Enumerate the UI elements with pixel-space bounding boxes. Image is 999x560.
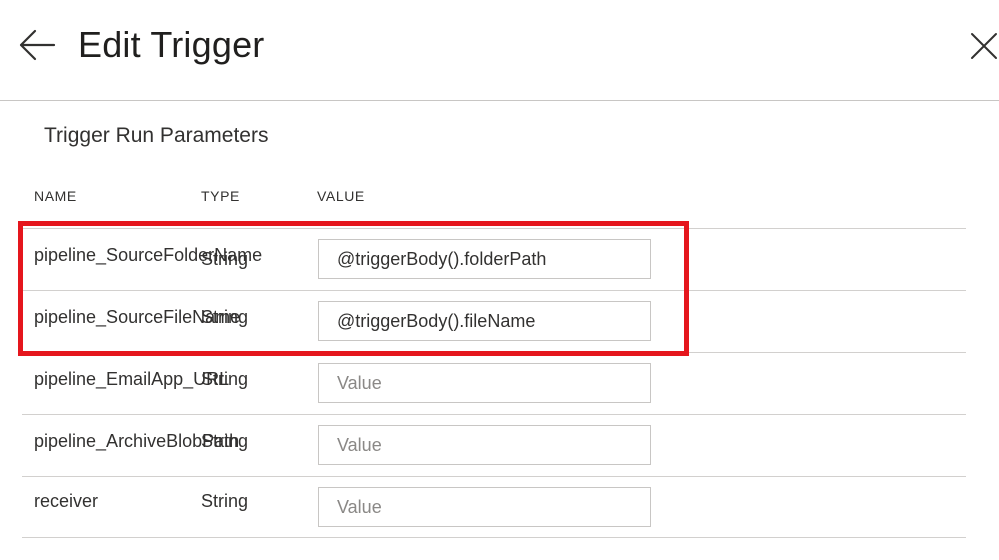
section-title: Trigger Run Parameters: [44, 124, 269, 147]
arrow-left-icon: [19, 29, 56, 61]
parameter-type: String: [201, 249, 249, 269]
parameter-type: String: [201, 491, 249, 511]
parameter-value-input[interactable]: [318, 425, 651, 465]
column-header-name: NAME: [34, 188, 77, 204]
panel-header: Edit Trigger: [0, 0, 999, 101]
back-button[interactable]: [18, 28, 56, 62]
table-row: pipeline_EmailApp_URL String: [22, 352, 966, 414]
parameter-name: pipeline_EmailApp_URL: [34, 369, 230, 389]
parameter-type: String: [201, 431, 249, 451]
parameter-value-input[interactable]: [318, 239, 651, 279]
table-row: pipeline_ArchiveBlobPath String: [22, 414, 966, 476]
parameter-value-input[interactable]: [318, 301, 651, 341]
column-header-value: VALUE: [317, 188, 365, 204]
parameter-type: String: [201, 369, 249, 389]
parameter-type: String: [201, 307, 249, 327]
parameter-value-input[interactable]: [318, 363, 651, 403]
parameter-value-input[interactable]: [318, 487, 651, 527]
close-icon: [971, 33, 997, 59]
page-title: Edit Trigger: [78, 24, 265, 65]
close-button[interactable]: [970, 32, 998, 60]
table-row: pipeline_SourceFileName String: [22, 290, 966, 352]
table-row: receiver String: [22, 476, 966, 538]
table-row: pipeline_SourceFolderName String: [22, 228, 966, 290]
column-header-type: TYPE: [201, 188, 240, 204]
parameter-name: receiver: [34, 491, 99, 511]
